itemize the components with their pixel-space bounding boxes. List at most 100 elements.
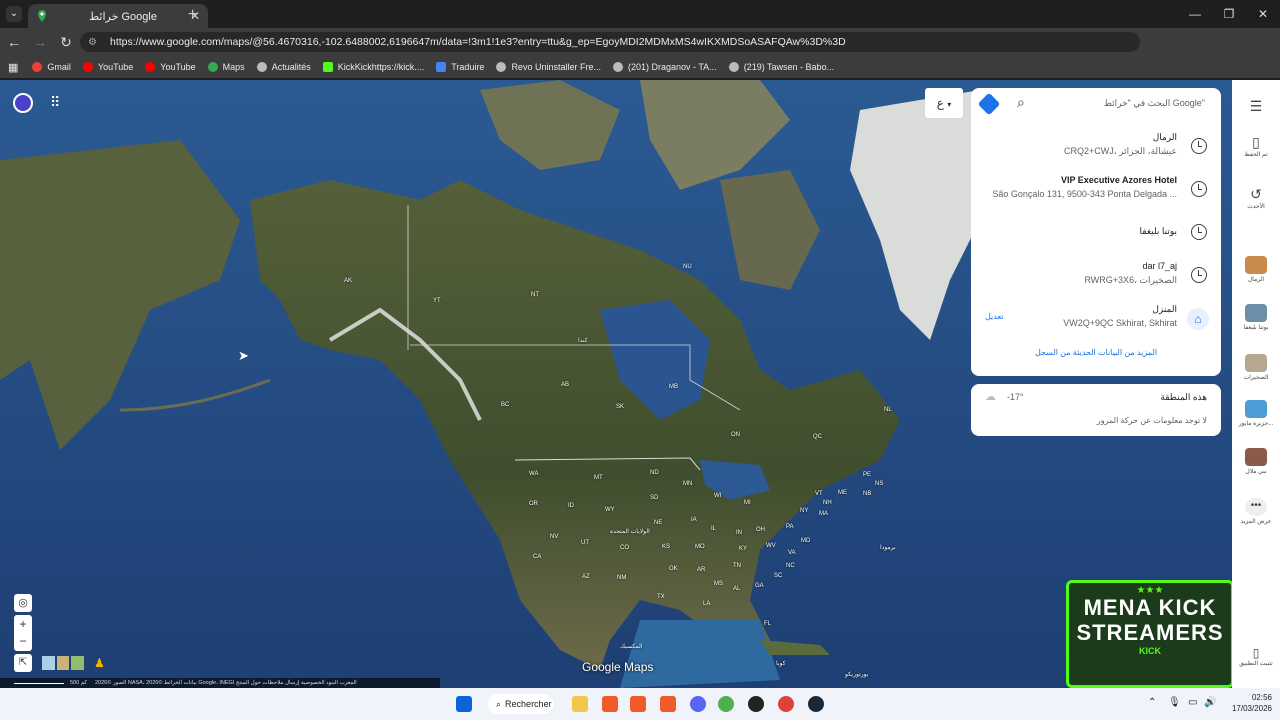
taskbar-search[interactable]: ⌕ Rechercher: [488, 694, 554, 714]
home-item[interactable]: المنزل VW2Q+9QC Skhirat, Skhirat تعديل ⌂: [971, 298, 1221, 340]
minimize-icon[interactable]: —: [1178, 0, 1212, 28]
steam-icon[interactable]: [808, 696, 824, 712]
rail-recents[interactable]: ↺ الأحدث: [1232, 186, 1280, 210]
google-maps-logo: Google Maps: [582, 660, 654, 674]
rail-recent-place[interactable]: بني ملال: [1232, 448, 1280, 475]
rail-recent-place[interactable]: الصخيرات: [1232, 354, 1280, 381]
label-usa: الولايات المتحدة: [610, 529, 650, 535]
layer-thumb-terrain[interactable]: [56, 656, 70, 670]
tab-google-maps[interactable]: خرائط Google ✕: [28, 4, 208, 28]
search-input[interactable]: البحث في "خرائط Google": [1104, 98, 1205, 109]
recent-item[interactable]: بوتنا بليغفا: [971, 212, 1221, 254]
area-title: هذه المنطقة: [1160, 392, 1207, 402]
label-mexico: المكسيك: [620, 644, 643, 650]
chrome-active-icon[interactable]: [778, 696, 794, 712]
network-icon[interactable]: ▭: [1188, 697, 1197, 708]
rail-recent-place[interactable]: بوتنا بليغفا: [1232, 304, 1280, 331]
home-icon: ⌂: [1187, 308, 1209, 330]
label-oh: OH: [756, 527, 765, 533]
label-nd: ND: [650, 470, 659, 476]
history-clock-icon: [1191, 138, 1207, 154]
bookmark-traduire[interactable]: Traduire: [436, 62, 484, 72]
label-sk: SK: [616, 404, 625, 410]
back-icon[interactable]: ←: [2, 34, 26, 50]
label-mo: MO: [695, 544, 705, 550]
bookmark-gmail[interactable]: Gmail: [32, 62, 71, 72]
traffic-info: لا توجد معلومات عن حركة المرور: [1096, 416, 1207, 425]
label-pe: PE: [863, 472, 872, 478]
label-pa: PA: [786, 524, 794, 530]
zoom-in-button[interactable]: +: [14, 615, 32, 633]
label-id: ID: [568, 503, 574, 509]
clock[interactable]: 02:56 17/03/2026: [1222, 692, 1272, 714]
google-apps-icon[interactable]: ⠿: [50, 94, 60, 111]
brave-icon[interactable]: [630, 696, 646, 712]
phone-icon: ▯: [1252, 646, 1260, 660]
more-history-link[interactable]: المزيد من البيانات الحديثة من السجل: [971, 348, 1221, 357]
layer-thumbnails[interactable]: [42, 656, 85, 670]
globe-icon: [256, 62, 267, 72]
tray-chevron-icon[interactable]: ⌃: [1148, 697, 1156, 708]
search-box[interactable]: ⌕ البحث في "خرائط Google": [971, 88, 1221, 120]
discord-icon[interactable]: [690, 696, 706, 712]
tab-search-button[interactable]: ⌄: [6, 6, 22, 22]
reload-icon[interactable]: ↻: [54, 34, 78, 51]
dropdown-arrow-icon: ▾: [947, 100, 952, 109]
label-in: IN: [736, 530, 742, 536]
bookmark-draganov[interactable]: (201) Draganov - TA...: [612, 62, 717, 72]
recent-item[interactable]: الرمال CRQ2+CWJ، عيشالة، الجزائر: [971, 126, 1221, 168]
apps-grid-icon[interactable]: ▦: [8, 61, 18, 74]
layer-thumb-default[interactable]: [42, 656, 55, 670]
scale-bar: [14, 682, 64, 684]
close-window-icon[interactable]: ✕: [1246, 0, 1280, 28]
bookmarks-bar: ▦ Gmail YouTube YouTube Maps Actualités …: [0, 56, 1280, 78]
chrome-icon[interactable]: [718, 696, 734, 712]
account-avatar[interactable]: [13, 93, 33, 113]
my-location-icon[interactable]: ◎: [14, 594, 32, 612]
rail-show-more[interactable]: ••• عرض المزيد: [1232, 498, 1280, 525]
new-tab-button[interactable]: +: [188, 6, 197, 24]
search-icon[interactable]: ⌕: [1017, 94, 1025, 111]
label-ut: UT: [581, 540, 589, 546]
obs-icon[interactable]: [748, 696, 764, 712]
rail-recent-place[interactable]: الرمال: [1232, 256, 1280, 283]
site-info-icon[interactable]: ⚙: [88, 37, 102, 48]
label-md: MD: [801, 538, 811, 544]
toolbar: ← → ↻ ⚙ https://www.google.com/maps/@56.…: [0, 28, 1280, 76]
label-sd: SD: [650, 495, 659, 501]
bookmark-maps[interactable]: Maps: [207, 62, 245, 72]
label-co: CO: [620, 545, 629, 551]
forward-icon[interactable]: →: [28, 34, 52, 50]
bookmark-revo[interactable]: Revo Uninstaller Fre...: [496, 62, 601, 72]
bookmark-kick[interactable]: KickKickhttps://kick....: [322, 62, 424, 72]
recent-item[interactable]: VIP Executive Azores Hotel São Gonçalo 1…: [971, 169, 1221, 211]
place-thumbnail: [1245, 354, 1267, 372]
label-puerto-rico: بورتوريكو: [845, 672, 869, 678]
brave-icon[interactable]: [602, 696, 618, 712]
bookmark-actualites[interactable]: Actualités: [256, 62, 311, 72]
rail-install-app[interactable]: ▯ تثبيت التطبيق: [1232, 646, 1280, 667]
rail-saved[interactable]: ▯ تم الحفظ: [1232, 134, 1280, 158]
label-me: ME: [838, 490, 847, 496]
file-explorer-icon[interactable]: [572, 696, 588, 712]
edit-home-link[interactable]: تعديل: [985, 312, 1004, 321]
pegman-icon[interactable]: ♟: [94, 656, 106, 672]
layer-thumb-traffic[interactable]: [71, 656, 85, 670]
address-bar[interactable]: ⚙ https://www.google.com/maps/@56.467031…: [80, 32, 1140, 52]
zoom-out-button[interactable]: −: [14, 633, 32, 651]
label-nt: NT: [531, 292, 539, 298]
language-toggle[interactable]: ع ▾: [925, 88, 963, 118]
microphone-icon[interactable]: 🎙: [1168, 697, 1181, 708]
rail-recent-place[interactable]: جزيرة مايور...: [1232, 400, 1280, 427]
menu-icon[interactable]: ☰: [1232, 98, 1280, 115]
brave-icon[interactable]: [660, 696, 676, 712]
volume-icon[interactable]: 🔊: [1204, 697, 1216, 708]
recent-item[interactable]: dar l7_aj RWRG+3X6، الصخيرات: [971, 255, 1221, 297]
directions-icon[interactable]: [977, 92, 1001, 116]
bookmark-youtube-2[interactable]: YouTube: [145, 62, 196, 72]
bookmark-youtube-1[interactable]: YouTube: [82, 62, 133, 72]
bookmark-tawsen[interactable]: (219) Tawsen - Babo...: [728, 62, 834, 72]
windows-start-icon[interactable]: [456, 696, 472, 712]
expand-icon[interactable]: ⇱: [14, 654, 32, 672]
restore-icon[interactable]: ❐: [1212, 0, 1246, 28]
